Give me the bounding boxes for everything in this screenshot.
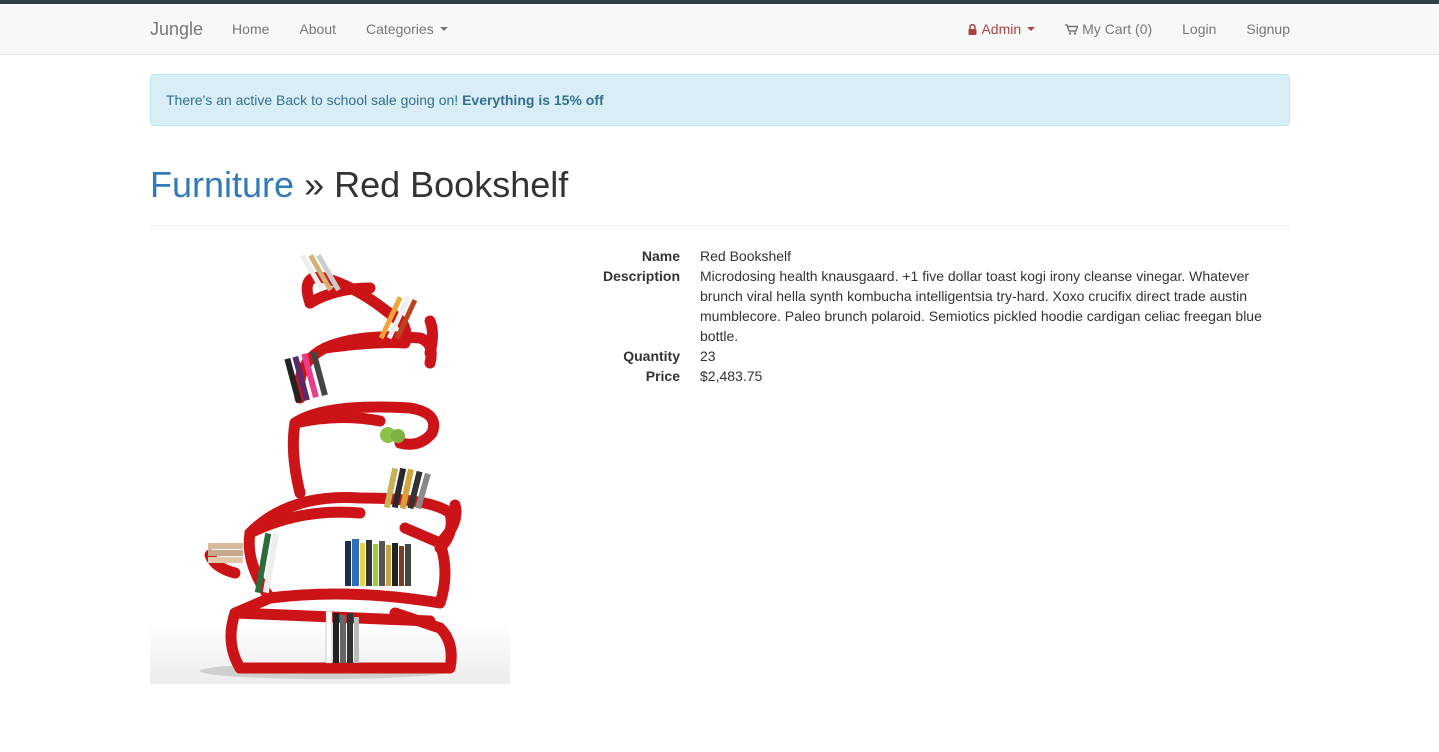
detail-value: $2,483.75 [700, 368, 763, 384]
detail-label: Price [645, 368, 680, 384]
detail-label: Name [641, 248, 680, 264]
detail-label: Description [602, 268, 680, 284]
cart-link[interactable]: My Cart (0) [1065, 21, 1152, 37]
caret-down-icon [439, 27, 448, 31]
lock-icon [968, 23, 977, 35]
product-title: Red Bookshelf [334, 164, 569, 205]
admin-label: Admin [981, 21, 1022, 37]
categories-label: Categories [366, 21, 434, 37]
detail-value: Microdosing health knausgaard. +1 five d… [700, 268, 1262, 344]
alert-text: There's an active Back to school sale go… [166, 92, 463, 108]
detail-row-quantity: Quantity 23 [530, 346, 1290, 366]
alert-strong-text: Everything is 15% off [462, 92, 604, 108]
shopping-cart-icon [1065, 23, 1079, 35]
navbar: Jungle Home About Categories Admin My Ca… [0, 4, 1439, 55]
sale-alert: There's an active Back to school sale go… [150, 74, 1290, 126]
product-image [150, 243, 510, 684]
cart-label: My Cart (0) [1082, 21, 1153, 37]
detail-row-price: Price $2,483.75 [530, 366, 1290, 386]
detail-value: Red Bookshelf [700, 248, 792, 264]
caret-down-icon [1027, 27, 1036, 31]
detail-value: 23 [700, 348, 716, 364]
breadcrumb-separator: » [294, 164, 335, 205]
admin-dropdown[interactable]: Admin [968, 21, 1036, 37]
nav-categories-dropdown[interactable]: Categories [366, 21, 448, 37]
detail-row-name: Name Red Bookshelf [530, 246, 1290, 266]
nav-about-link[interactable]: About [299, 21, 336, 37]
brand-link[interactable]: Jungle [150, 19, 203, 40]
login-link[interactable]: Login [1182, 21, 1216, 37]
page-title: Furniture » Red Bookshelf [150, 163, 1290, 206]
detail-row-description: Description Microdosing health knausgaar… [530, 266, 1290, 346]
detail-label: Quantity [623, 348, 680, 364]
signup-link[interactable]: Signup [1246, 21, 1290, 37]
category-link[interactable]: Furniture [150, 164, 294, 205]
product-details: Name Red Bookshelf Description Microdosi… [530, 246, 1290, 386]
page-header: Furniture » Red Bookshelf [150, 163, 1290, 227]
nav-home-link[interactable]: Home [232, 21, 269, 37]
